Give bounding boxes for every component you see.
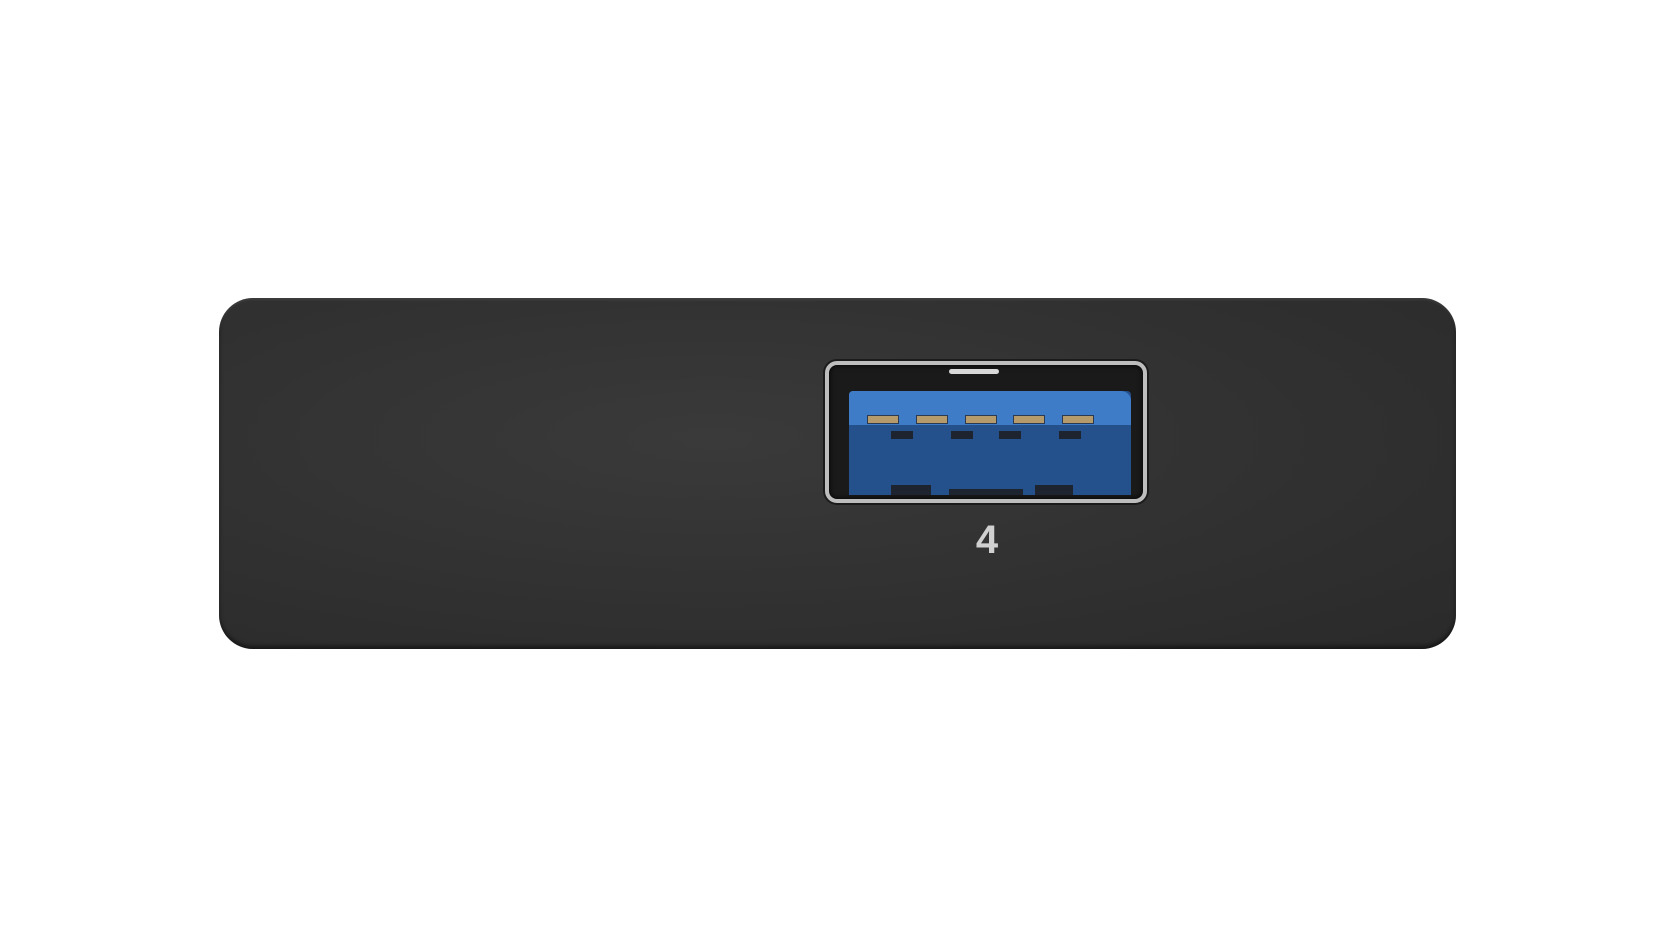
pin	[891, 431, 913, 439]
port-latch	[949, 369, 999, 374]
pin	[1062, 415, 1094, 424]
port-number-label: 4	[975, 518, 999, 562]
pin	[867, 415, 899, 424]
usb-hub-side-panel: 4	[219, 298, 1456, 649]
pin	[949, 489, 1023, 495]
usb-port-tongue	[849, 391, 1131, 495]
pin	[916, 415, 948, 424]
pin	[1013, 415, 1045, 424]
pin	[1035, 485, 1073, 495]
pin	[965, 415, 997, 424]
pin	[951, 431, 973, 439]
usb-port[interactable]	[825, 361, 1147, 503]
pin	[1059, 431, 1081, 439]
pin	[999, 431, 1021, 439]
pin	[891, 485, 931, 495]
